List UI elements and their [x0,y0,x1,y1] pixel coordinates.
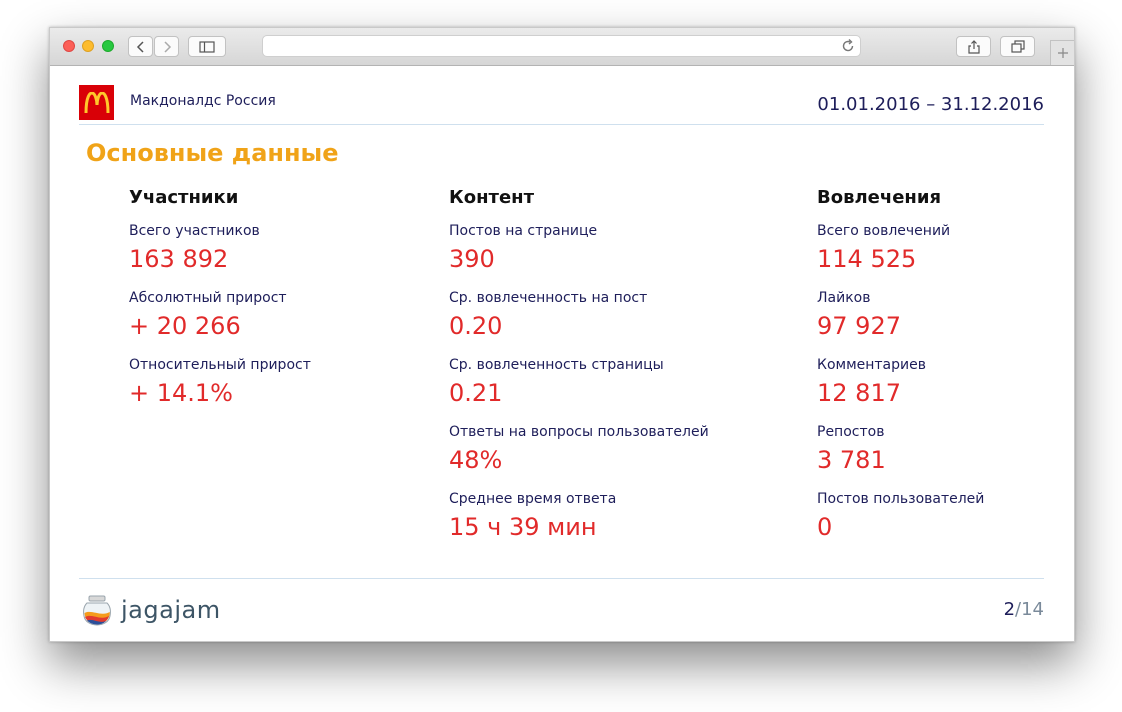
metric-label: Всего вовлечений [817,223,951,239]
sidebar-icon [199,40,215,53]
metric-posts-on-page: Постов на странице 390 [449,222,709,289]
forward-icon [163,40,171,53]
metric-user-posts: Постов пользователей 0 [817,490,984,557]
column-title: Участники [129,187,239,208]
metric-value: 163 892 [129,245,229,273]
minimize-window-button[interactable] [82,40,94,52]
zoom-window-button[interactable] [102,40,114,52]
metric-value: 3 781 [817,446,886,474]
tabs-overview-button[interactable] [1000,36,1035,57]
metric-value: 114 525 [817,245,917,273]
metric-label: Абсолютный прирост [129,290,287,306]
metric-value: 12 817 [817,379,901,407]
metric-value: 0.21 [449,379,503,407]
metric-value: 15 ч 39 мин [449,513,597,541]
column-participants: Участники Всего участников 163 892 Абсол… [129,187,311,423]
metric-label: Репостов [817,424,885,440]
metric-relative-growth: Относительный прирост + 14.1% [129,356,311,423]
metric-comments: Комментариев 12 817 [817,356,984,423]
metric-value: + 20 266 [129,312,241,340]
tabs-icon [1010,39,1025,53]
header-divider [79,124,1044,125]
metric-value: + 14.1% [129,379,233,407]
column-content: Контент Постов на странице 390 Ср. вовле… [449,187,709,557]
page-current: 2 [1003,599,1016,620]
new-tab-icon [1057,48,1068,58]
mcdonalds-logo [79,85,114,120]
metric-absolute-growth: Абсолютный прирост + 20 266 [129,289,311,356]
metric-label: Лайков [817,290,871,306]
golden-arches-icon [84,91,109,113]
metric-value: 0.20 [449,312,503,340]
footer-divider [79,578,1044,579]
metric-label: Относительный прирост [129,357,311,373]
metric-value: 390 [449,245,495,273]
sidebar-button[interactable] [188,36,226,57]
metric-value: 0 [817,513,833,541]
metric-page-engagement: Ср. вовлеченность страницы 0.21 [449,356,709,423]
column-title: Вовлечения [817,187,942,208]
section-title: Основные данные [86,139,339,167]
metric-total-participants: Всего участников 163 892 [129,222,311,289]
metric-answered-questions: Ответы на вопросы пользователей 48% [449,423,709,490]
jagajam-logo: jagajam [81,594,221,626]
new-tab-button[interactable] [1050,40,1074,65]
metric-total-engagements: Всего вовлечений 114 525 [817,222,984,289]
page-indicator: 2/14 [1004,599,1044,620]
metric-avg-response-time: Среднее время ответа 15 ч 39 мин [449,490,709,557]
brand-name: Макдоналдс Россия [130,93,276,109]
metric-reposts: Репостов 3 781 [817,423,984,490]
browser-toolbar [50,28,1074,66]
back-button[interactable] [128,36,153,57]
metric-engagement-per-post: Ср. вовлеченность на пост 0.20 [449,289,709,356]
column-title: Контент [449,187,535,208]
forward-button[interactable] [154,36,179,57]
metric-likes: Лайков 97 927 [817,289,984,356]
metric-label: Среднее время ответа [449,491,617,507]
browser-window: Макдоналдс Россия 01.01.2016 – 31.12.201… [49,27,1075,642]
jar-icon [83,595,111,626]
metric-label: Ср. вовлеченность на пост [449,290,648,306]
back-icon [136,40,144,53]
share-icon [967,39,980,54]
close-window-button[interactable] [63,40,75,52]
metric-label: Ср. вовлеченность страницы [449,357,664,373]
metric-label: Всего участников [129,223,260,239]
metric-label: Ответы на вопросы пользователей [449,424,709,440]
metric-value: 97 927 [817,312,901,340]
metric-label: Постов пользователей [817,491,985,507]
report-page: Макдоналдс Россия 01.01.2016 – 31.12.201… [50,66,1074,641]
jagajam-wordmark: jagajam [121,596,221,624]
page-total: /14 [1015,599,1044,620]
date-range: 01.01.2016 – 31.12.2016 [817,94,1044,115]
address-bar[interactable] [262,35,861,57]
metric-label: Постов на странице [449,223,598,239]
metric-value: 48% [449,446,503,474]
metric-label: Комментариев [817,357,926,373]
column-engagements: Вовлечения Всего вовлечений 114 525 Лайк… [817,187,984,557]
share-button[interactable] [956,36,991,57]
reload-icon[interactable] [840,38,856,54]
